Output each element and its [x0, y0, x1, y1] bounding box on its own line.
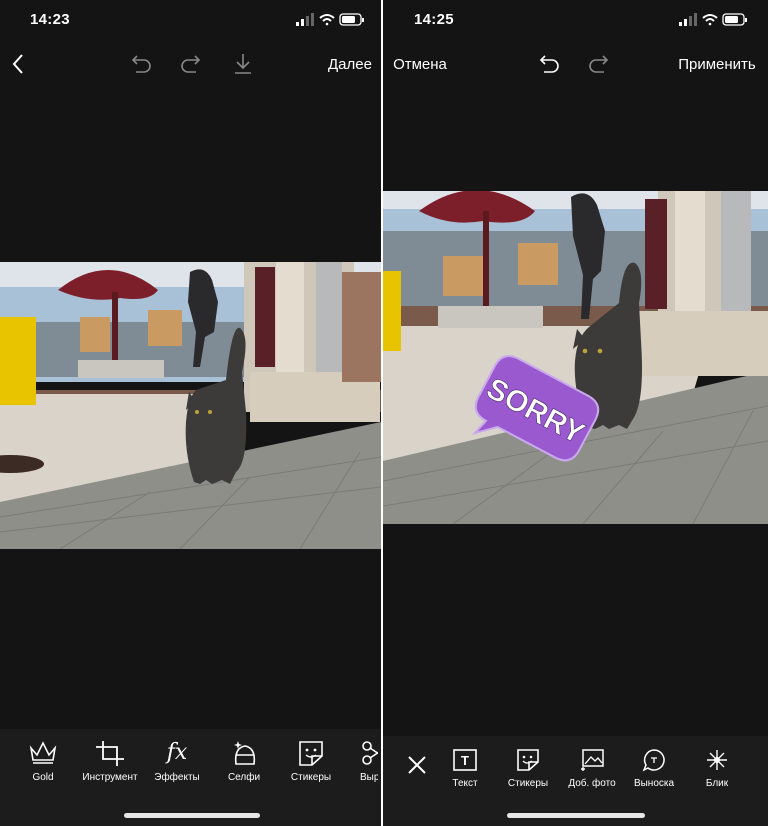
fx-icon: fx: [166, 740, 188, 765]
tool-flare[interactable]: Блик: [682, 748, 752, 789]
undo-icon: [539, 55, 559, 73]
crop-icon: [96, 741, 124, 766]
callout-icon: [642, 749, 665, 772]
status-bar: 14:23: [0, 0, 381, 40]
tool-label: Доб. фото: [568, 778, 616, 789]
tool-label: Gold: [32, 772, 54, 783]
tool-text[interactable]: T Текст: [430, 748, 500, 789]
signal-icon: [679, 13, 697, 26]
tool-add-photo[interactable]: Доб. фото: [557, 748, 627, 789]
redo-button[interactable]: [584, 44, 614, 84]
bottom-toolbar: T Текст Стикеры Доб. фото Выноска Блик: [383, 736, 768, 826]
battery-icon: [722, 13, 747, 26]
tool-label: Выр: [360, 772, 378, 783]
editor-topbar: Отмена Применить: [383, 44, 768, 84]
tool-label: Выноска: [633, 778, 675, 789]
status-time: 14:23: [30, 11, 70, 28]
close-icon: [408, 756, 426, 774]
text-icon: T: [453, 749, 477, 771]
selfie-icon: [234, 741, 256, 765]
tool-effects[interactable]: fx Эффекты: [142, 740, 212, 783]
cat-photo: [0, 262, 381, 549]
next-button[interactable]: Далее: [322, 44, 378, 84]
tool-label: Инструмент: [82, 772, 138, 783]
status-icons: [296, 13, 364, 26]
tool-callout[interactable]: Выноска: [619, 748, 689, 789]
redo-icon: [589, 55, 609, 73]
photo-canvas[interactable]: SORRY: [383, 191, 768, 524]
redo-button[interactable]: [176, 44, 206, 84]
editor-topbar: Далее: [0, 44, 381, 84]
tool-label: Блик: [705, 778, 729, 789]
download-button[interactable]: [228, 44, 258, 84]
sticker-icon: [299, 741, 323, 766]
status-bar: 14:25: [383, 0, 768, 40]
tool-stickers[interactable]: Стикеры: [493, 748, 563, 789]
tool-label: Текст: [452, 778, 478, 789]
tool-label: Селфи: [227, 772, 261, 783]
back-button[interactable]: [4, 44, 32, 84]
download-icon: [235, 54, 251, 74]
tool-gold[interactable]: Gold: [8, 740, 78, 783]
tool-label: Стикеры: [507, 778, 549, 789]
battery-icon: [339, 13, 364, 26]
sticker-icon: [517, 749, 539, 771]
add-photo-icon: [581, 749, 604, 771]
chevron-left-icon: [12, 54, 23, 74]
tool-cutout[interactable]: Выр: [338, 740, 378, 783]
signal-icon: [296, 13, 314, 26]
cat-photo: SORRY: [383, 191, 768, 524]
bottom-toolbar: Gold Инструмент fx Эффекты Селфи Стикеры…: [0, 729, 381, 826]
status-icons: [679, 13, 747, 26]
left-screen: 14:23 Далее Gold Инструмент fx Эффекты С…: [0, 0, 381, 826]
apply-button[interactable]: Применить: [671, 44, 763, 84]
tool-label: Эффекты: [154, 772, 200, 783]
crown-icon: [29, 741, 57, 764]
cancel-button[interactable]: Отмена: [389, 44, 451, 84]
cutout-icon: [362, 741, 378, 765]
flare-icon: [707, 750, 727, 770]
right-screen: 14:25 Отмена Применить SORRY T Текст Сти…: [383, 0, 768, 826]
home-indicator: [507, 813, 645, 818]
photo-canvas[interactable]: [0, 262, 381, 549]
status-time: 14:25: [414, 11, 454, 28]
tool-stickers[interactable]: Стикеры: [276, 740, 346, 783]
wifi-icon: [319, 14, 335, 26]
redo-icon: [181, 55, 201, 73]
undo-button[interactable]: [534, 44, 564, 84]
tool-crop[interactable]: Инструмент: [75, 740, 145, 783]
text-glyph: T: [461, 753, 469, 768]
undo-icon: [131, 55, 151, 73]
undo-button[interactable]: [126, 44, 156, 84]
tool-label: Стикеры: [290, 772, 332, 783]
tool-selfie[interactable]: Селфи: [209, 740, 279, 783]
home-indicator: [124, 813, 260, 818]
wifi-icon: [702, 14, 718, 26]
